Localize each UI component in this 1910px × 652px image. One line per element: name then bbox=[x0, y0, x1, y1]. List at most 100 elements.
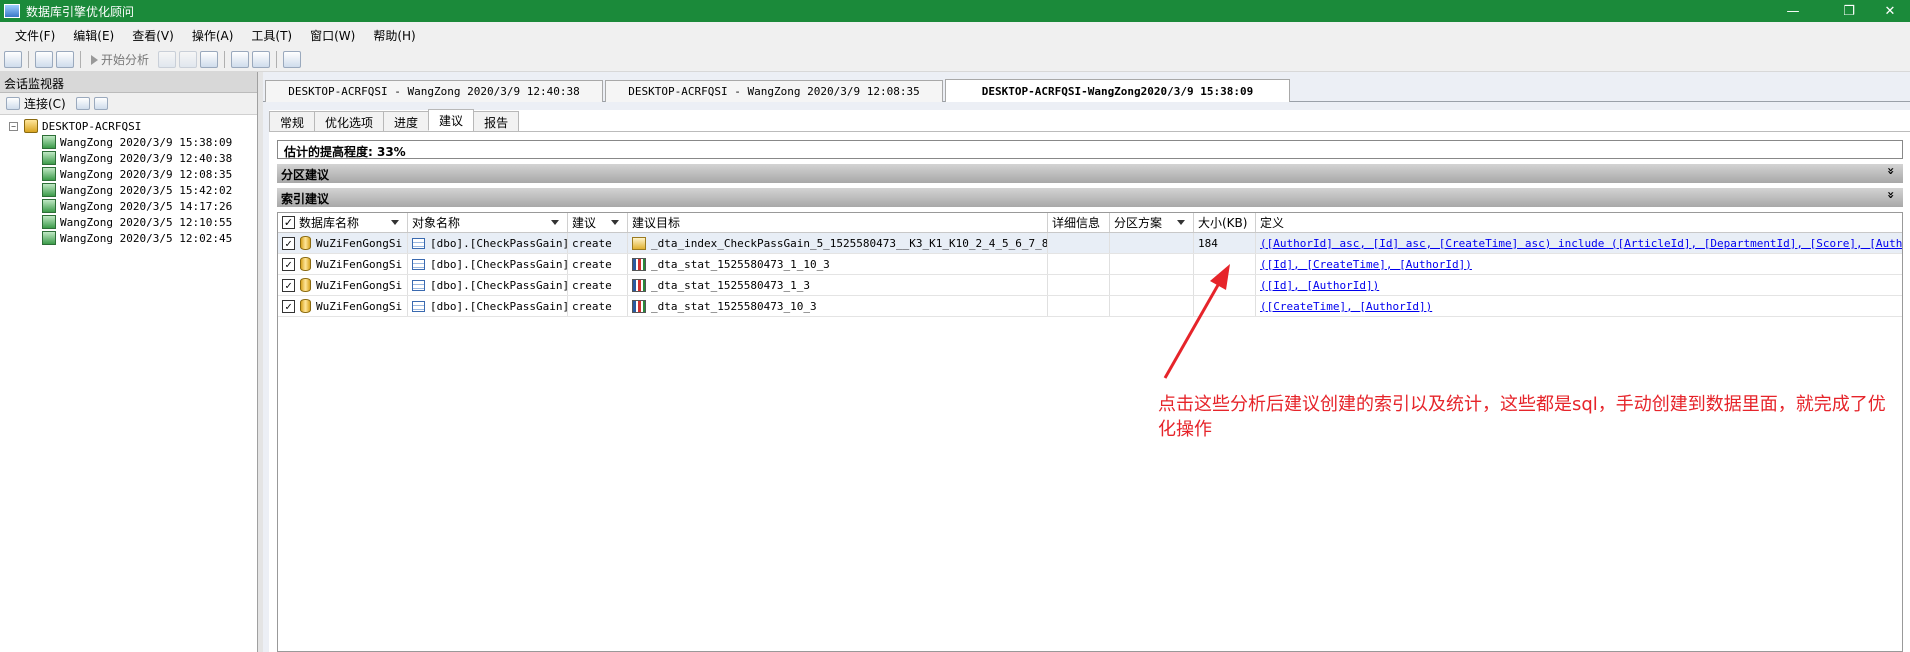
filter-dropdown-icon[interactable] bbox=[391, 220, 399, 225]
open-file-icon[interactable] bbox=[35, 51, 53, 68]
index-recommendations-header[interactable]: 索引建议 » bbox=[277, 188, 1903, 207]
session-monitor-toolbar: 连接(C) bbox=[0, 93, 257, 115]
row-checkbox[interactable]: ✓ bbox=[282, 236, 295, 250]
toolbar-separator bbox=[28, 51, 29, 68]
restore-button[interactable]: ❐ bbox=[1826, 0, 1872, 22]
column-database[interactable]: ✓ 数据库名称 bbox=[278, 213, 408, 232]
table-row[interactable]: ✓ WuZiFenGongSi [dbo].[CheckPassGain] cre… bbox=[278, 254, 1902, 275]
tab-reports[interactable]: 报告 bbox=[473, 111, 520, 131]
session-label: WangZong 2020/3/9 15:38:09 bbox=[60, 135, 233, 149]
statistics-icon bbox=[632, 278, 646, 292]
table-row[interactable]: ✓ WuZiFenGongSi [dbo].[CheckPassGain] cre… bbox=[278, 275, 1902, 296]
table-icon bbox=[412, 279, 425, 291]
session-node[interactable]: WangZong 2020/3/5 14:17:26 bbox=[0, 198, 257, 214]
menu-help[interactable]: 帮助(H) bbox=[364, 27, 424, 44]
expand-chevron-icon[interactable]: » bbox=[1884, 167, 1898, 175]
start-analysis-icon[interactable] bbox=[91, 54, 98, 65]
menu-view[interactable]: 查看(V) bbox=[123, 27, 183, 44]
doc-tab-session-1208[interactable]: DESKTOP-ACRFQSI - WangZong 2020/3/9 12:0… bbox=[605, 80, 943, 102]
session-icon bbox=[42, 135, 56, 149]
tab-tuning-options[interactable]: 优化选项 bbox=[314, 111, 385, 131]
select-all-checkbox[interactable]: ✓ bbox=[282, 216, 295, 229]
database-icon bbox=[300, 236, 311, 250]
session-icon bbox=[42, 151, 56, 165]
definition-link[interactable]: ([CreateTime], [AuthorId]) bbox=[1260, 300, 1432, 313]
table-icon bbox=[412, 237, 425, 249]
server-name: DESKTOP-ACRFQSI bbox=[42, 119, 142, 133]
session-icon bbox=[42, 231, 56, 245]
partition-recommendations-header[interactable]: 分区建议 » bbox=[277, 164, 1903, 183]
menu-file[interactable]: 文件(F) bbox=[6, 27, 64, 44]
definition-link[interactable]: ([Id], [AuthorId]) bbox=[1260, 279, 1379, 292]
session-label: WangZong 2020/3/9 12:40:38 bbox=[60, 151, 233, 165]
new-session-icon[interactable] bbox=[4, 51, 22, 68]
table-icon bbox=[412, 300, 425, 312]
column-partition-scheme[interactable]: 分区方案 bbox=[1110, 213, 1194, 232]
session-node[interactable]: WangZong 2020/3/9 12:08:35 bbox=[0, 166, 257, 182]
column-target[interactable]: 建议目标 bbox=[628, 213, 1048, 232]
session-icon bbox=[42, 199, 56, 213]
menu-edit[interactable]: 编辑(E) bbox=[64, 27, 123, 44]
stop-icon[interactable] bbox=[158, 51, 177, 68]
menu-tools[interactable]: 工具(T) bbox=[242, 27, 301, 44]
column-recommendation[interactable]: 建议 bbox=[568, 213, 628, 232]
tab-recommendations[interactable]: 建议 bbox=[428, 109, 475, 131]
session-label: WangZong 2020/3/5 14:17:26 bbox=[60, 199, 233, 213]
clone-session-icon[interactable] bbox=[231, 51, 250, 68]
minimize-button[interactable]: — bbox=[1770, 0, 1816, 22]
definition-link[interactable]: ([AuthorId] asc, [Id] asc, [CreateTime] … bbox=[1260, 237, 1902, 250]
tab-general[interactable]: 常规 bbox=[269, 111, 316, 131]
toolbar: 开始分析 bbox=[0, 48, 1910, 72]
options-icon[interactable] bbox=[252, 51, 271, 68]
session-node[interactable]: WangZong 2020/3/5 12:02:45 bbox=[0, 230, 257, 246]
session-monitor-title: 会话监视器 bbox=[0, 72, 257, 93]
filter-dropdown-icon[interactable] bbox=[1177, 220, 1185, 225]
connect-button[interactable]: 连接(C) bbox=[24, 95, 66, 112]
export-icon[interactable] bbox=[200, 51, 219, 68]
filter-dropdown-icon[interactable] bbox=[611, 220, 619, 225]
row-checkbox[interactable]: ✓ bbox=[282, 299, 295, 313]
tab-progress[interactable]: 进度 bbox=[383, 111, 430, 131]
column-size[interactable]: 大小(KB) bbox=[1194, 213, 1256, 232]
session-icon bbox=[42, 167, 56, 181]
document-area: DESKTOP-ACRFQSI - WangZong 2020/3/9 12:4… bbox=[263, 72, 1910, 652]
toolbar-separator bbox=[276, 51, 278, 68]
title-bar: 数据库引擎优化顾问 — ❐ ✕ bbox=[0, 0, 1910, 22]
estimated-improvement: 估计的提高程度: 33% bbox=[277, 140, 1903, 159]
save-icon[interactable] bbox=[56, 51, 74, 68]
session-label: WangZong 2020/3/5 15:42:02 bbox=[60, 183, 233, 197]
column-definition[interactable]: 定义 bbox=[1256, 213, 1902, 232]
row-checkbox[interactable]: ✓ bbox=[282, 257, 295, 271]
expand-chevron-icon[interactable]: » bbox=[1884, 191, 1898, 199]
session-node[interactable]: WangZong 2020/3/9 15:38:09 bbox=[0, 134, 257, 150]
column-object[interactable]: 对象名称 bbox=[408, 213, 568, 232]
doc-tab-session-1538[interactable]: DESKTOP-ACRFQSI-WangZong2020/3/9 15:38:0… bbox=[945, 79, 1290, 102]
menu-bar: 文件(F) 编辑(E) 查看(V) 操作(A) 工具(T) 窗口(W) 帮助(H… bbox=[0, 22, 1910, 48]
close-button[interactable]: ✕ bbox=[1870, 0, 1910, 22]
filter-dropdown-icon[interactable] bbox=[551, 220, 559, 225]
start-analysis-button[interactable]: 开始分析 bbox=[101, 51, 149, 68]
session-node[interactable]: WangZong 2020/3/5 12:10:55 bbox=[0, 214, 257, 230]
help-icon[interactable] bbox=[283, 51, 302, 68]
table-row[interactable]: ✓ WuZiFenGongSi [dbo].[CheckPassGain] cre… bbox=[278, 296, 1902, 317]
table-row[interactable]: ✓ WuZiFenGongSi [dbo].[CheckPassGain] cre… bbox=[278, 233, 1902, 254]
cancel-icon[interactable] bbox=[179, 51, 198, 68]
menu-window[interactable]: 窗口(W) bbox=[301, 27, 364, 44]
server-node[interactable]: − DESKTOP-ACRFQSI bbox=[0, 118, 257, 134]
definition-link[interactable]: ([Id], [CreateTime], [AuthorId]) bbox=[1260, 258, 1472, 271]
statistics-icon bbox=[632, 299, 646, 313]
delete-session-icon[interactable] bbox=[75, 97, 90, 110]
doc-tab-session-1240[interactable]: DESKTOP-ACRFQSI - WangZong 2020/3/9 12:4… bbox=[265, 80, 603, 102]
session-icon bbox=[42, 215, 56, 229]
session-tabs: 常规 优化选项 进度 建议 报告 bbox=[269, 109, 1910, 132]
session-node[interactable]: WangZong 2020/3/9 12:40:38 bbox=[0, 150, 257, 166]
connect-icon[interactable] bbox=[6, 97, 20, 110]
row-checkbox[interactable]: ✓ bbox=[282, 278, 295, 292]
toolbar-separator bbox=[80, 51, 81, 68]
menu-action[interactable]: 操作(A) bbox=[183, 27, 243, 44]
session-node[interactable]: WangZong 2020/3/5 15:42:02 bbox=[0, 182, 257, 198]
window-title: 数据库引擎优化顾问 bbox=[26, 4, 135, 19]
properties-icon[interactable] bbox=[93, 97, 108, 110]
column-details[interactable]: 详细信息 bbox=[1048, 213, 1110, 232]
collapse-icon[interactable]: − bbox=[9, 121, 18, 131]
